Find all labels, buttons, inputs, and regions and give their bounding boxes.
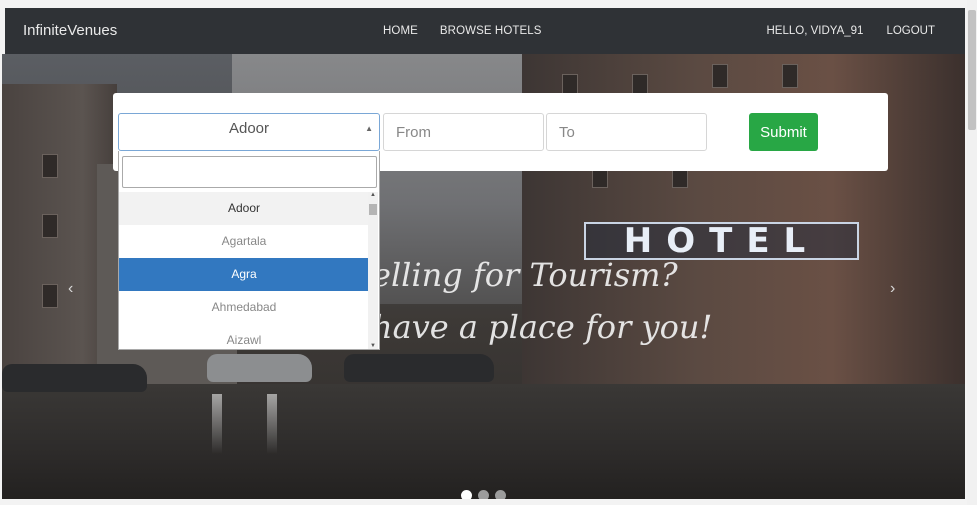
tagline-line-2: have a place for you!: [372, 308, 713, 346]
light-reflection: [267, 394, 277, 454]
hero-street: [2, 384, 965, 499]
carousel-indicators: [461, 490, 506, 499]
submit-button[interactable]: Submit: [749, 113, 818, 151]
dropdown-option[interactable]: Agartala: [119, 225, 369, 258]
brand-link[interactable]: InfiniteVenues: [23, 22, 117, 39]
window: [712, 64, 728, 88]
dropdown-option-highlighted[interactable]: Agra: [119, 258, 369, 291]
from-date-input[interactable]: [383, 113, 544, 151]
browser-viewport: InfiniteVenues HOME BROWSE HOTELS HELLO,…: [0, 0, 977, 505]
nav-home[interactable]: HOME: [383, 25, 418, 37]
carousel-dot[interactable]: [495, 490, 506, 499]
main-nav: HOME BROWSE HOTELS: [383, 25, 542, 37]
tagline-line-1: elling for Tourism?: [372, 256, 678, 294]
city-select-value: Adoor: [228, 120, 270, 137]
dropdown-search-input[interactable]: [122, 156, 377, 188]
city-dropdown: Adoor Agartala Agra Ahmedabad Aizawl ▲ ▼: [118, 151, 380, 350]
carousel-dot[interactable]: [478, 490, 489, 499]
user-nav: HELLO, VIDYA_91 LOGOUT: [766, 25, 935, 37]
logout-link[interactable]: LOGOUT: [886, 25, 935, 37]
car-shape: [344, 354, 494, 382]
window: [42, 154, 58, 178]
scrollbar-thumb[interactable]: [369, 204, 377, 215]
window: [782, 64, 798, 88]
user-greeting[interactable]: HELLO, VIDYA_91: [766, 25, 863, 37]
chevron-left-icon[interactable]: ‹: [68, 280, 73, 298]
window: [42, 214, 58, 238]
page-scrollbar[interactable]: [967, 0, 977, 505]
scroll-up-icon[interactable]: ▲: [369, 192, 377, 198]
nav-browse-hotels[interactable]: BROWSE HOTELS: [440, 25, 542, 37]
dropdown-option[interactable]: Adoor: [119, 192, 369, 225]
hero-tagline: elling for Tourism? have a place for you…: [372, 249, 712, 353]
dropdown-option[interactable]: Ahmedabad: [119, 291, 369, 324]
to-date-input[interactable]: [546, 113, 707, 151]
light-reflection: [212, 394, 222, 454]
scroll-down-icon[interactable]: ▼: [369, 343, 377, 349]
carousel-dot[interactable]: [461, 490, 472, 499]
city-select[interactable]: Adoor ▲: [118, 113, 380, 151]
dropdown-option[interactable]: Aizawl: [119, 324, 369, 349]
page-scrollbar-thumb[interactable]: [968, 10, 976, 130]
dropdown-options: Adoor Agartala Agra Ahmedabad Aizawl: [119, 192, 369, 349]
car-shape: [2, 364, 147, 392]
navbar: InfiniteVenues HOME BROWSE HOTELS HELLO,…: [5, 8, 965, 54]
caret-up-icon: ▲: [365, 124, 373, 133]
dropdown-scrollbar[interactable]: ▲ ▼: [368, 192, 378, 349]
chevron-right-icon[interactable]: ›: [890, 280, 895, 298]
car-shape: [207, 354, 312, 382]
window: [42, 284, 58, 308]
